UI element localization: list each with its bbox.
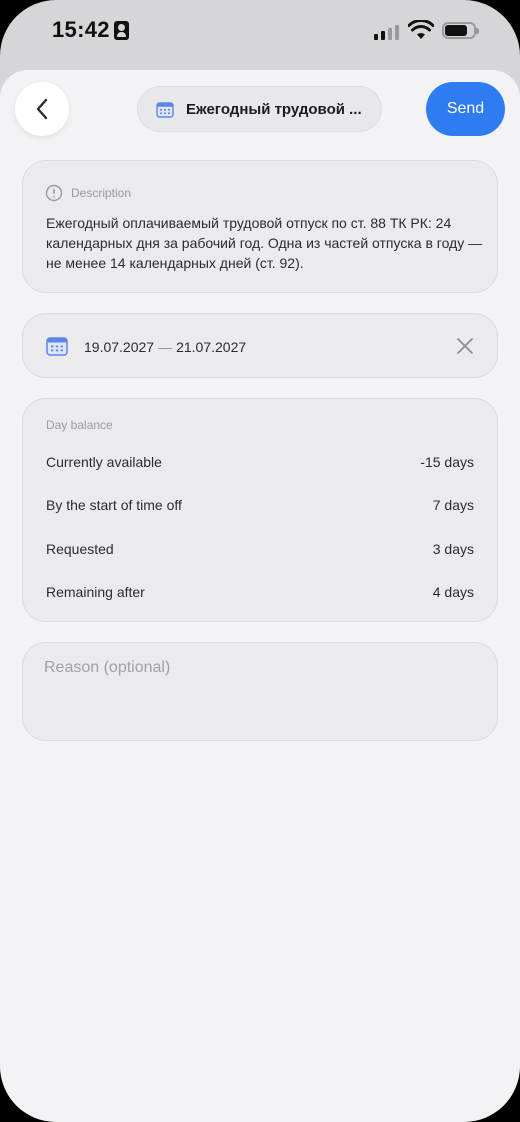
description-text: Ежегодный оплачиваемый трудовой отпуск п…	[46, 215, 483, 271]
status-time: 15:42	[52, 17, 110, 42]
description-title: Description	[71, 186, 132, 200]
start-date: 19.07.2027	[84, 339, 155, 355]
phone-screen: 15:42 Ежегодный трудовой ... Send Descri…	[0, 0, 520, 1122]
calendar-icon	[156, 101, 174, 118]
leave-type-label: Ежегодный трудовой ...	[186, 100, 362, 118]
info-circle-icon	[45, 184, 63, 202]
balance-row: By the start of time off 7 days	[46, 497, 474, 517]
balance-value: 3 days	[432, 541, 474, 557]
close-icon[interactable]	[455, 336, 475, 356]
day-balance-card: Day balance Currently available -15 days…	[22, 398, 498, 622]
back-button[interactable]	[15, 82, 69, 136]
balance-label: By the start of time off	[46, 497, 182, 513]
balance-label: Currently available	[46, 454, 162, 470]
leave-type-selector[interactable]: Ежегодный трудовой ...	[137, 86, 382, 132]
day-balance-title: Day balance	[46, 418, 113, 432]
balance-value: -15 days	[420, 454, 474, 470]
person-badge-icon	[114, 21, 129, 40]
chevron-left-icon	[36, 98, 48, 120]
date-range-text: 19.07.2027—21.07.2027	[84, 339, 246, 355]
status-bar: 15:42	[0, 0, 520, 64]
wifi-icon	[408, 20, 434, 39]
date-separator: —	[158, 339, 173, 355]
send-button[interactable]: Send	[426, 82, 505, 136]
battery-icon	[442, 22, 479, 39]
description-header: Description	[45, 184, 131, 202]
balance-value: 4 days	[432, 584, 474, 600]
balance-row: Requested 3 days	[46, 541, 474, 561]
date-range-field[interactable]: 19.07.2027—21.07.2027	[22, 313, 498, 378]
balance-value: 7 days	[432, 497, 474, 513]
reason-input[interactable]	[44, 659, 474, 719]
calendar-icon	[46, 337, 68, 356]
end-date: 21.07.2027	[176, 339, 247, 355]
balance-row: Currently available -15 days	[46, 454, 474, 474]
balance-label: Requested	[46, 541, 114, 557]
cellular-signal-icon	[374, 24, 400, 40]
balance-row: Remaining after 4 days	[46, 584, 474, 604]
reason-card	[22, 642, 498, 741]
balance-label: Remaining after	[46, 584, 145, 600]
description-card: Description Ежегодный оплачиваемый трудо…	[22, 160, 498, 293]
time-off-request-sheet: Ежегодный трудовой ... Send Description …	[0, 70, 520, 1122]
